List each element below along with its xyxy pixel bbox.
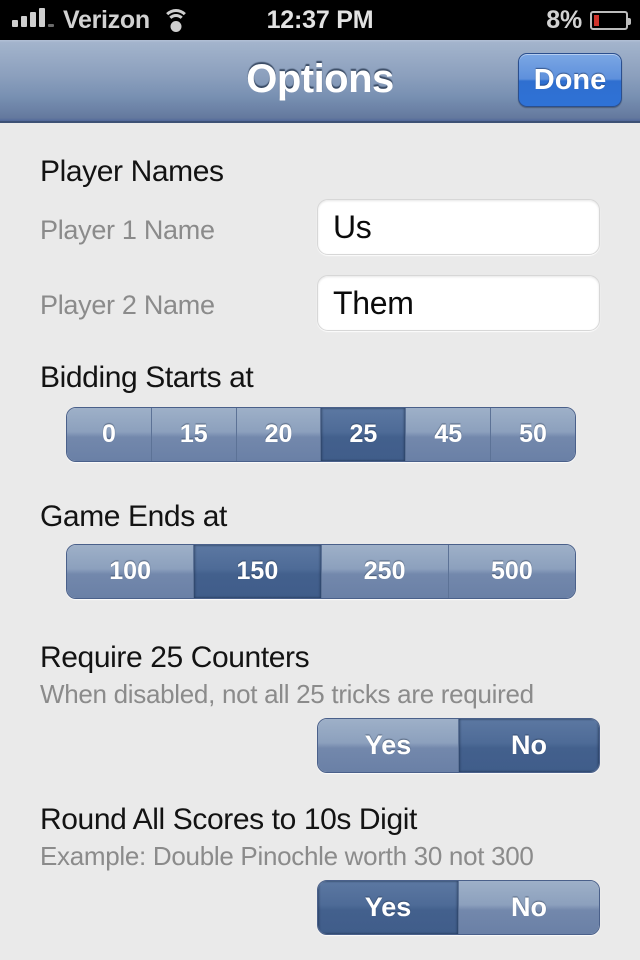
round-scores-segment-no[interactable]: No xyxy=(459,881,599,934)
bidding-segment-45[interactable]: 45 xyxy=(406,408,492,461)
bidding-segment-50[interactable]: 50 xyxy=(491,408,575,461)
require-counters-segment-no[interactable]: No xyxy=(459,719,599,772)
player-2-name-label: Player 2 Name xyxy=(40,290,215,320)
done-button[interactable]: Done xyxy=(518,53,622,107)
clock-label: 12:37 PM xyxy=(266,6,374,34)
battery-icon xyxy=(590,10,631,30)
game-ends-segment-250[interactable]: 250 xyxy=(321,545,449,598)
bidding-segment-15[interactable]: 15 xyxy=(151,408,237,461)
section-subtitle-require-counters: When disabled, not all 25 tricks are req… xyxy=(40,679,534,709)
battery-percent-label: 8% xyxy=(546,5,582,34)
player-1-name-input[interactable]: Us xyxy=(317,199,600,255)
navigation-bar: Options Done xyxy=(0,40,640,123)
player-2-name-input[interactable]: Them xyxy=(317,275,600,331)
section-title-require-counters: Require 25 Counters xyxy=(40,641,310,674)
options-content: Player Names Player 1 Name Us Player 2 N… xyxy=(0,123,640,960)
player-1-name-label: Player 1 Name xyxy=(40,215,215,245)
round-scores-segmented-control[interactable]: Yes No xyxy=(317,880,600,935)
bidding-segment-0[interactable]: 0 xyxy=(67,408,152,461)
round-scores-segment-yes[interactable]: Yes xyxy=(318,881,459,934)
section-subtitle-round-scores: Example: Double Pinochle worth 30 not 30… xyxy=(40,841,534,871)
battery-fill xyxy=(594,14,599,26)
status-bar: Verizon 12:37 PM 8% xyxy=(0,0,640,40)
section-title-game-ends: Game Ends at xyxy=(40,500,227,533)
bidding-segment-20[interactable]: 20 xyxy=(236,408,322,461)
status-bar-right: 8% xyxy=(546,0,631,40)
game-ends-segment-500[interactable]: 500 xyxy=(448,545,575,598)
section-title-round-scores: Round All Scores to 10s Digit xyxy=(40,803,417,836)
require-counters-segmented-control[interactable]: Yes No xyxy=(317,718,600,773)
section-title-bidding-starts: Bidding Starts at xyxy=(40,361,254,394)
game-ends-segmented-control[interactable]: 100 150 250 500 xyxy=(66,544,576,599)
section-title-player-names: Player Names xyxy=(40,155,224,188)
bidding-segment-25[interactable]: 25 xyxy=(321,408,407,461)
options-screen: Verizon 12:37 PM 8% Options Done Player … xyxy=(0,0,640,960)
game-ends-segment-100[interactable]: 100 xyxy=(67,545,195,598)
bidding-starts-segmented-control[interactable]: 0 15 20 25 45 50 xyxy=(66,407,576,462)
game-ends-segment-150[interactable]: 150 xyxy=(194,545,322,598)
require-counters-segment-yes[interactable]: Yes xyxy=(318,719,459,772)
